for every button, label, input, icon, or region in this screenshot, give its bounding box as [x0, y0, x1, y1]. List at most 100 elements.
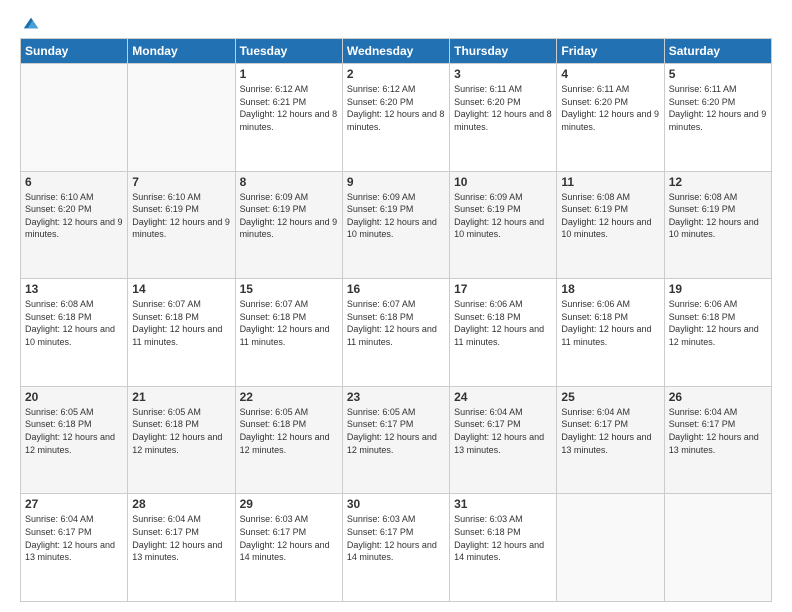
day-number: 23 [347, 390, 445, 404]
day-info: Sunrise: 6:06 AMSunset: 6:18 PMDaylight:… [454, 298, 552, 348]
day-cell: 6Sunrise: 6:10 AMSunset: 6:20 PMDaylight… [21, 171, 128, 279]
day-info: Sunrise: 6:03 AMSunset: 6:17 PMDaylight:… [240, 513, 338, 563]
day-info: Sunrise: 6:11 AMSunset: 6:20 PMDaylight:… [669, 83, 767, 133]
day-info: Sunrise: 6:04 AMSunset: 6:17 PMDaylight:… [132, 513, 230, 563]
day-cell: 2Sunrise: 6:12 AMSunset: 6:20 PMDaylight… [342, 64, 449, 172]
header-thursday: Thursday [450, 39, 557, 64]
day-info: Sunrise: 6:05 AMSunset: 6:18 PMDaylight:… [132, 406, 230, 456]
day-cell: 24Sunrise: 6:04 AMSunset: 6:17 PMDayligh… [450, 386, 557, 494]
day-number: 7 [132, 175, 230, 189]
day-number: 22 [240, 390, 338, 404]
day-cell: 1 Sunrise: 6:12 AMSunset: 6:21 PMDaylight… [235, 64, 342, 172]
week-row-1: 6Sunrise: 6:10 AMSunset: 6:20 PMDaylight… [21, 171, 772, 279]
header-monday: Monday [128, 39, 235, 64]
header-saturday: Saturday [664, 39, 771, 64]
day-info: Sunrise: 6:12 AMSunset: 6:21 PMDaylight:… [240, 83, 338, 133]
logo-icon [22, 14, 40, 32]
day-info: Sunrise: 6:06 AMSunset: 6:18 PMDaylight:… [669, 298, 767, 348]
day-info: Sunrise: 6:05 AMSunset: 6:18 PMDaylight:… [240, 406, 338, 456]
day-number: 16 [347, 282, 445, 296]
day-number: 12 [669, 175, 767, 189]
day-number: 2 [347, 67, 445, 81]
day-cell: 13 Sunrise: 6:08 AMSunset: 6:18 PMDayligh… [21, 279, 128, 387]
day-info: Sunrise: 6:05 AMSunset: 6:17 PMDaylight:… [347, 406, 445, 456]
day-number: 27 [25, 497, 123, 511]
day-cell: 23 Sunrise: 6:05 AMSunset: 6:17 PMDayligh… [342, 386, 449, 494]
day-info: Sunrise: 6:03 AMSunset: 6:18 PMDaylight:… [454, 513, 552, 563]
day-number: 28 [132, 497, 230, 511]
day-info: Sunrise: 6:05 AMSunset: 6:18 PMDaylight:… [25, 406, 123, 456]
day-cell [128, 64, 235, 172]
day-number: 14 [132, 282, 230, 296]
day-info: Sunrise: 6:04 AMSunset: 6:17 PMDaylight:… [669, 406, 767, 456]
day-cell: 31 Sunrise: 6:03 AMSunset: 6:18 PMDayligh… [450, 494, 557, 602]
day-info: Sunrise: 6:04 AMSunset: 6:17 PMDaylight:… [25, 513, 123, 563]
calendar-table: SundayMondayTuesdayWednesdayThursdayFrid… [20, 38, 772, 602]
day-cell [21, 64, 128, 172]
day-info: Sunrise: 6:11 AMSunset: 6:20 PMDaylight:… [561, 83, 659, 133]
day-number: 8 [240, 175, 338, 189]
day-header-row: SundayMondayTuesdayWednesdayThursdayFrid… [21, 39, 772, 64]
day-cell: 16 Sunrise: 6:07 AMSunset: 6:18 PMDayligh… [342, 279, 449, 387]
day-number: 3 [454, 67, 552, 81]
day-info: Sunrise: 6:06 AMSunset: 6:18 PMDaylight:… [561, 298, 659, 348]
day-info: Sunrise: 6:09 AMSunset: 6:19 PMDaylight:… [454, 191, 552, 241]
day-cell: 5 Sunrise: 6:11 AMSunset: 6:20 PMDaylight… [664, 64, 771, 172]
header-tuesday: Tuesday [235, 39, 342, 64]
day-number: 19 [669, 282, 767, 296]
day-number: 20 [25, 390, 123, 404]
day-number: 11 [561, 175, 659, 189]
day-number: 31 [454, 497, 552, 511]
week-row-4: 27 Sunrise: 6:04 AMSunset: 6:17 PMDayligh… [21, 494, 772, 602]
day-number: 17 [454, 282, 552, 296]
logo [20, 16, 40, 28]
day-info: Sunrise: 6:08 AMSunset: 6:19 PMDaylight:… [669, 191, 767, 241]
day-info: Sunrise: 6:08 AMSunset: 6:18 PMDaylight:… [25, 298, 123, 348]
day-info: Sunrise: 6:09 AMSunset: 6:19 PMDaylight:… [240, 191, 338, 241]
day-cell: 25 Sunrise: 6:04 AMSunset: 6:17 PMDayligh… [557, 386, 664, 494]
day-number: 26 [669, 390, 767, 404]
day-info: Sunrise: 6:09 AMSunset: 6:19 PMDaylight:… [347, 191, 445, 241]
day-number: 25 [561, 390, 659, 404]
calendar-page: SundayMondayTuesdayWednesdayThursdayFrid… [0, 0, 792, 612]
header-friday: Friday [557, 39, 664, 64]
day-cell: 22 Sunrise: 6:05 AMSunset: 6:18 PMDayligh… [235, 386, 342, 494]
day-number: 18 [561, 282, 659, 296]
day-cell: 4 Sunrise: 6:11 AMSunset: 6:20 PMDaylight… [557, 64, 664, 172]
day-cell: 27 Sunrise: 6:04 AMSunset: 6:17 PMDayligh… [21, 494, 128, 602]
day-cell: 17 Sunrise: 6:06 AMSunset: 6:18 PMDayligh… [450, 279, 557, 387]
day-cell: 8 Sunrise: 6:09 AMSunset: 6:19 PMDaylight… [235, 171, 342, 279]
day-cell: 29 Sunrise: 6:03 AMSunset: 6:17 PMDayligh… [235, 494, 342, 602]
day-number: 15 [240, 282, 338, 296]
week-row-0: 1 Sunrise: 6:12 AMSunset: 6:21 PMDaylight… [21, 64, 772, 172]
day-number: 10 [454, 175, 552, 189]
day-info: Sunrise: 6:03 AMSunset: 6:17 PMDaylight:… [347, 513, 445, 563]
day-cell: 28 Sunrise: 6:04 AMSunset: 6:17 PMDayligh… [128, 494, 235, 602]
day-info: Sunrise: 6:10 AMSunset: 6:19 PMDaylight:… [132, 191, 230, 241]
day-info: Sunrise: 6:04 AMSunset: 6:17 PMDaylight:… [561, 406, 659, 456]
day-number: 9 [347, 175, 445, 189]
day-cell: 26 Sunrise: 6:04 AMSunset: 6:17 PMDayligh… [664, 386, 771, 494]
day-cell: 18 Sunrise: 6:06 AMSunset: 6:18 PMDayligh… [557, 279, 664, 387]
day-cell: 19 Sunrise: 6:06 AMSunset: 6:18 PMDayligh… [664, 279, 771, 387]
day-info: Sunrise: 6:07 AMSunset: 6:18 PMDaylight:… [240, 298, 338, 348]
day-cell: 14 Sunrise: 6:07 AMSunset: 6:18 PMDayligh… [128, 279, 235, 387]
day-cell: 11 Sunrise: 6:08 AMSunset: 6:19 PMDayligh… [557, 171, 664, 279]
day-info: Sunrise: 6:07 AMSunset: 6:18 PMDaylight:… [132, 298, 230, 348]
day-cell: 12 Sunrise: 6:08 AMSunset: 6:19 PMDayligh… [664, 171, 771, 279]
day-number: 5 [669, 67, 767, 81]
header-wednesday: Wednesday [342, 39, 449, 64]
day-number: 29 [240, 497, 338, 511]
day-info: Sunrise: 6:11 AMSunset: 6:20 PMDaylight:… [454, 83, 552, 133]
day-number: 21 [132, 390, 230, 404]
day-cell: 30Sunrise: 6:03 AMSunset: 6:17 PMDayligh… [342, 494, 449, 602]
day-cell: 20 Sunrise: 6:05 AMSunset: 6:18 PMDayligh… [21, 386, 128, 494]
day-info: Sunrise: 6:07 AMSunset: 6:18 PMDaylight:… [347, 298, 445, 348]
day-info: Sunrise: 6:08 AMSunset: 6:19 PMDaylight:… [561, 191, 659, 241]
day-number: 1 [240, 67, 338, 81]
day-number: 13 [25, 282, 123, 296]
week-row-3: 20 Sunrise: 6:05 AMSunset: 6:18 PMDayligh… [21, 386, 772, 494]
week-row-2: 13 Sunrise: 6:08 AMSunset: 6:18 PMDayligh… [21, 279, 772, 387]
day-cell: 7 Sunrise: 6:10 AMSunset: 6:19 PMDaylight… [128, 171, 235, 279]
day-number: 4 [561, 67, 659, 81]
